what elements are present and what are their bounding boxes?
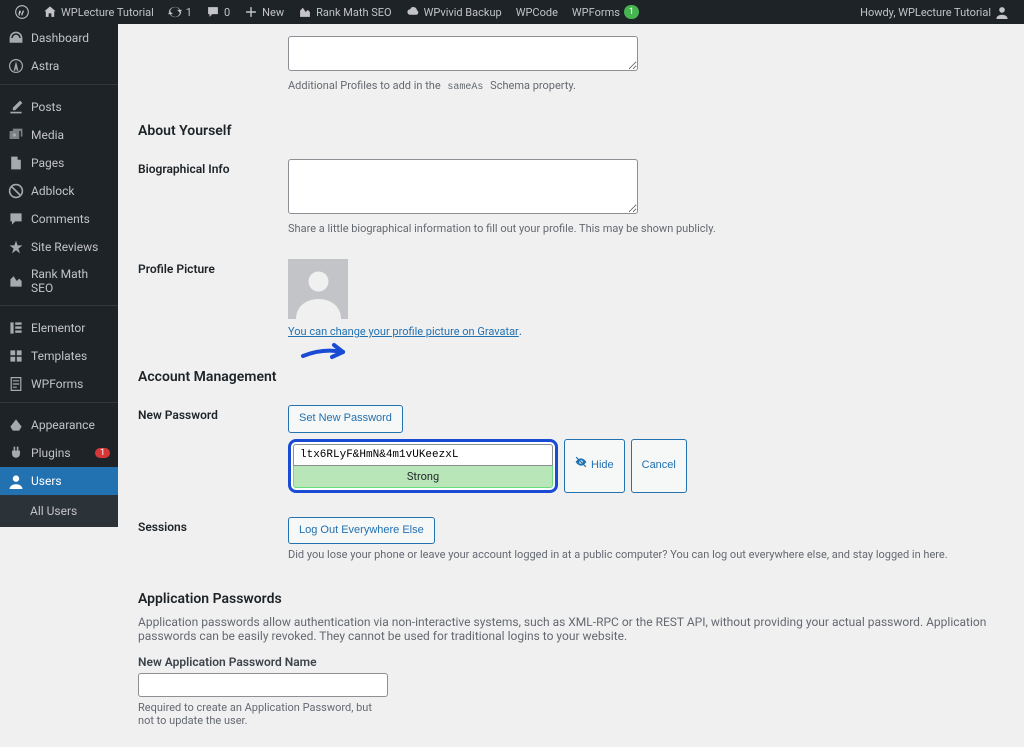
menu-posts[interactable]: Posts <box>0 93 118 121</box>
bio-label: Biographical Info <box>138 147 288 247</box>
rank-math-bar[interactable]: Rank Math SEO <box>291 0 398 24</box>
menu-rank-math[interactable]: Rank Math SEO <box>0 261 118 301</box>
menu-templates[interactable]: Templates <box>0 342 118 370</box>
wpforms-bar[interactable]: WPForms 1 <box>565 0 646 24</box>
eye-slash-icon <box>575 456 587 475</box>
sessions-label: Sessions <box>138 505 288 574</box>
menu-pages[interactable]: Pages <box>0 149 118 177</box>
avatar-icon <box>995 5 1009 19</box>
site-title-text: WPLecture Tutorial <box>61 6 154 19</box>
cancel-password-button[interactable]: Cancel <box>631 439 687 493</box>
new-app-pw-label: New Application Password Name <box>138 655 1004 669</box>
additional-profiles-desc: Additional Profiles to add in the sameAs… <box>288 79 994 93</box>
wpcode-bar[interactable]: WPCode <box>509 0 565 24</box>
app-passwords-heading: Application Passwords <box>138 591 1004 607</box>
new-label: New <box>262 6 284 19</box>
menu-users[interactable]: Users <box>0 467 118 495</box>
logout-everywhere-button[interactable]: Log Out Everywhere Else <box>288 517 435 545</box>
site-name[interactable]: WPLecture Tutorial <box>36 0 161 24</box>
account-mgmt-heading: Account Management <box>138 369 1004 385</box>
password-strength: Strong <box>293 466 553 488</box>
app-passwords-desc: Application passwords allow authenticati… <box>138 615 1004 643</box>
new-app-pw-desc: Required to create an Application Passwo… <box>138 701 388 727</box>
gravatar-link[interactable]: You can change your profile picture on G… <box>288 325 519 338</box>
new-app-pw-input[interactable] <box>138 673 388 697</box>
password-highlight-box: Strong <box>288 439 558 493</box>
avatar <box>288 259 348 319</box>
menu-site-reviews[interactable]: Site Reviews <box>0 233 118 261</box>
comments-count: 0 <box>224 6 230 19</box>
submenu-add-user[interactable]: Add New User <box>0 523 118 527</box>
bio-textarea[interactable] <box>288 159 638 214</box>
about-yourself-heading: About Yourself <box>138 123 1004 139</box>
comments-bar[interactable]: 0 <box>199 0 237 24</box>
menu-dashboard[interactable]: Dashboard <box>0 24 118 52</box>
howdy-text: Howdy, WPLecture Tutorial <box>860 6 991 19</box>
password-input[interactable] <box>293 444 553 466</box>
users-submenu: All Users Add New User Profile <box>0 495 118 527</box>
set-new-password-button[interactable]: Set New Password <box>288 405 403 433</box>
wpforms-badge: 1 <box>624 5 639 19</box>
menu-adblock[interactable]: Adblock <box>0 177 118 205</box>
menu-comments[interactable]: Comments <box>0 205 118 233</box>
menu-elementor[interactable]: Elementor <box>0 314 118 342</box>
updates[interactable]: 1 <box>161 0 199 24</box>
menu-astra[interactable]: Astra <box>0 52 118 80</box>
wpforms-label: WPForms <box>572 6 620 19</box>
plugins-badge: 1 <box>95 448 110 458</box>
menu-appearance[interactable]: Appearance <box>0 411 118 439</box>
submenu-all-users[interactable]: All Users <box>0 499 118 523</box>
rank-math-label: Rank Math SEO <box>316 6 391 19</box>
wpvivid-label: WPvivid Backup <box>424 6 502 19</box>
hide-password-button[interactable]: Hide <box>564 439 625 493</box>
menu-plugins[interactable]: Plugins1 <box>0 439 118 467</box>
additional-profiles-textarea[interactable] <box>288 36 638 71</box>
menu-media[interactable]: Media <box>0 121 118 149</box>
logout-desc: Did you lose your phone or leave your ac… <box>288 548 994 561</box>
wpcode-label: WPCode <box>516 6 558 19</box>
bio-desc: Share a little biographical information … <box>288 222 994 235</box>
menu-wpforms[interactable]: WPForms <box>0 370 118 398</box>
updates-count: 1 <box>186 6 192 19</box>
wpvivid-bar[interactable]: WPvivid Backup <box>399 0 509 24</box>
picture-label: Profile Picture <box>138 247 288 351</box>
new-content[interactable]: New <box>237 0 291 24</box>
wp-logo[interactable] <box>8 0 36 24</box>
new-password-label: New Password <box>138 393 288 505</box>
howdy-account[interactable]: Howdy, WPLecture Tutorial <box>853 0 1016 24</box>
